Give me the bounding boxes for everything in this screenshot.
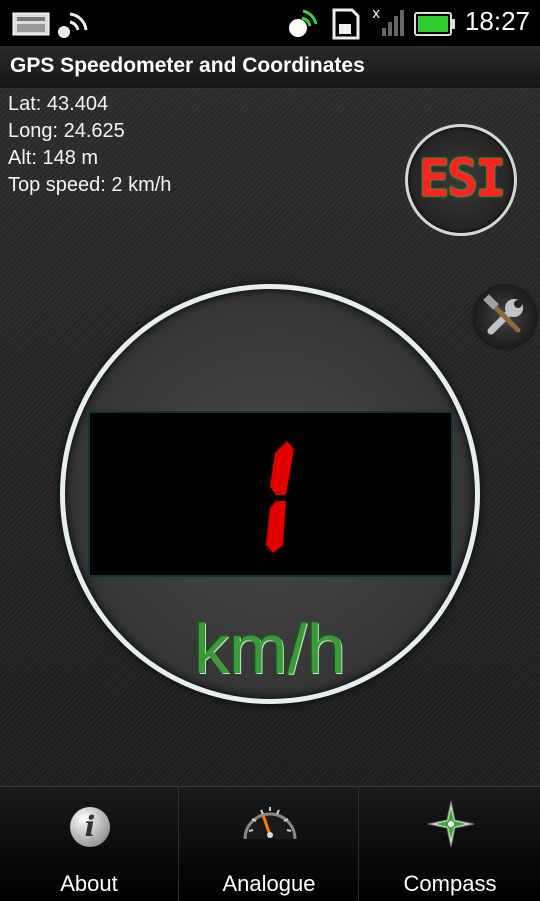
gallery-icon [12, 12, 50, 40]
status-bar: x 18:27 [0, 0, 540, 47]
app-title-bar: GPS Speedometer and Coordinates [0, 46, 540, 89]
tab-analogue[interactable]: Analogue [180, 787, 359, 901]
tab-analogue-label: Analogue [222, 871, 316, 896]
gps-signal-icon [56, 8, 88, 44]
bottom-navigation: i About Analogue Compass [0, 786, 540, 901]
speedometer-screen: Lat: 43.404 Long: 24.625 Alt: 148 m Top … [0, 89, 540, 786]
battery-icon [414, 12, 456, 40]
coordinates-panel: Lat: 43.404 Long: 24.625 Alt: 148 m Top … [8, 91, 171, 199]
settings-button[interactable] [474, 286, 536, 348]
esi-logo-button[interactable]: ESI [405, 124, 517, 236]
app-title: GPS Speedometer and Coordinates [10, 54, 365, 77]
logo-text: ESI [418, 149, 507, 209]
svg-text:1: 1 [90, 413, 100, 417]
tab-about-label: About [60, 871, 118, 896]
tab-compass[interactable]: Compass [360, 787, 540, 901]
tab-about[interactable]: i About [0, 787, 179, 901]
speedometer-icon [243, 807, 297, 840]
altitude: Alt: 148 m [8, 147, 99, 169]
longitude: Long: 24.625 [8, 120, 125, 142]
svg-text:x: x [372, 6, 380, 22]
speed-display: 1 [88, 411, 453, 577]
sd-card-icon [330, 8, 362, 44]
signal-off-icon: x [372, 6, 408, 42]
gps-satellite-icon [286, 8, 318, 44]
wrench-hammer-icon [483, 294, 523, 335]
speed-unit: km/h [194, 610, 346, 688]
clock: 18:27 [464, 6, 530, 36]
speed-digit: 1 [90, 413, 294, 553]
info-icon: i [70, 807, 110, 847]
compass-icon [427, 800, 475, 848]
tab-compass-label: Compass [403, 871, 497, 896]
top-speed: Top speed: 2 km/h [8, 174, 172, 196]
latitude: Lat: 43.404 [8, 93, 109, 115]
